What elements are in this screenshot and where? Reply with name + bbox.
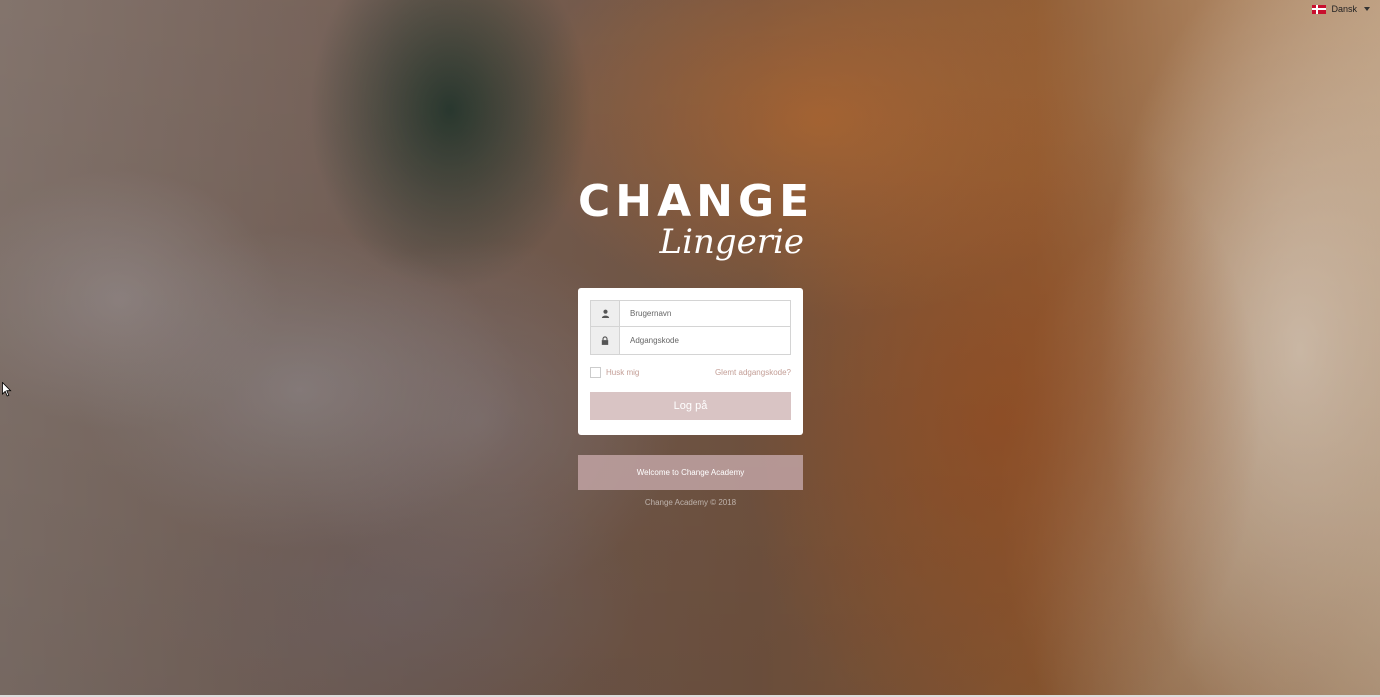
copyright-text: Change Academy © 2018 xyxy=(644,498,737,507)
login-button[interactable]: Log på xyxy=(590,392,791,420)
forgot-password-link[interactable]: Glemt adgangskode? xyxy=(715,368,791,377)
username-field-group xyxy=(590,300,791,327)
login-options: Husk mig Glemt adgangskode? xyxy=(590,367,791,378)
brand-script: Lingerie xyxy=(659,222,804,262)
password-field-group xyxy=(590,327,791,355)
remember-label: Husk mig xyxy=(606,368,640,377)
language-label: Dansk xyxy=(1331,4,1357,14)
login-form: Husk mig Glemt adgangskode? Log på xyxy=(578,288,803,435)
lock-icon xyxy=(591,327,620,354)
denmark-flag-icon xyxy=(1312,4,1327,14)
welcome-banner[interactable]: Welcome to Change Academy xyxy=(578,455,803,490)
brand-name: CHANGE xyxy=(578,176,815,227)
password-input[interactable] xyxy=(620,327,790,354)
remember-checkbox[interactable] xyxy=(590,367,601,378)
language-selector[interactable]: Dansk xyxy=(1312,4,1370,14)
brand-logo: CHANGE Lingerie xyxy=(578,176,815,270)
remember-me[interactable]: Husk mig xyxy=(590,367,639,378)
caret-down-icon xyxy=(1364,7,1370,11)
username-input[interactable] xyxy=(620,301,790,326)
mouse-pointer-icon xyxy=(2,381,12,402)
user-icon xyxy=(591,301,620,326)
